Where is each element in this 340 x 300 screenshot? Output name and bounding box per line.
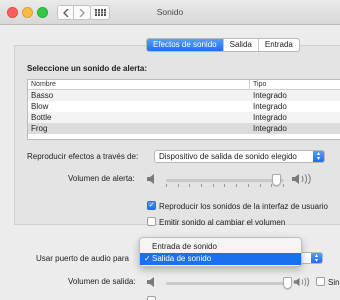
output-volume-label: Volumen de salida:	[68, 277, 136, 286]
alert-volume-track[interactable]	[166, 179, 284, 182]
speaker-low-icon	[147, 174, 154, 184]
table-row-selected[interactable]: Frog Integrado	[28, 123, 340, 134]
audio-port-label: Usar puerto de audio para	[36, 254, 129, 263]
updown-arrows-icon: ▴ ▾	[311, 253, 322, 264]
checkmark-icon: ✓	[144, 254, 151, 263]
menu-item-sound-output-label: Salida de sonido	[152, 254, 212, 263]
speaker-low-icon	[147, 277, 154, 287]
menu-item-sound-output[interactable]: ✓Salida de sonido	[140, 253, 301, 265]
output-volume-track[interactable]	[166, 282, 284, 285]
mute-label: Sin	[328, 278, 340, 287]
ui-sounds-checkbox[interactable]: ✓	[147, 201, 156, 210]
sound-type: Integrado	[253, 102, 287, 111]
tab-input[interactable]: Entrada	[259, 39, 299, 51]
play-through-select[interactable]: Dispositivo de salida de sonido elegido …	[154, 150, 325, 163]
volume-feedback-label: Emitir sonido al cambiar el volumen	[159, 218, 286, 227]
sound-name: Bottle	[31, 113, 52, 122]
tab-sound-effects[interactable]: Efectos de sonido	[147, 39, 224, 51]
sound-name: Frog	[31, 124, 48, 133]
table-row[interactable]: Bottle Integrado	[28, 112, 340, 123]
alert-volume-ticks	[166, 184, 284, 187]
tab-output[interactable]: Salida	[224, 39, 259, 51]
play-through-label: Reproducir efectos a través de:	[27, 152, 139, 161]
updown-arrows-icon: ▴ ▾	[313, 151, 324, 162]
tab-bar: Efectos de sonido Salida Entrada	[146, 38, 300, 52]
table-row[interactable]: Blow Integrado	[28, 101, 340, 112]
menu-item-sound-input[interactable]: Entrada de sonido	[140, 241, 301, 253]
alert-volume-thumb[interactable]	[272, 174, 281, 186]
sound-name: Basso	[31, 91, 54, 100]
alert-sound-heading: Seleccione un sonido de alerta:	[27, 64, 148, 73]
window-title: Sonido	[156, 7, 184, 17]
table-row[interactable]: Basso Integrado	[28, 90, 340, 101]
ui-sounds-label: Reproducir los sonidos de la interfaz de…	[159, 202, 328, 211]
sound-name: Blow	[31, 102, 49, 111]
table-header: Nombre Tipo	[28, 80, 340, 90]
title-bar: Sonido	[0, 0, 340, 25]
menu-bar-volume-checkbox[interactable]	[147, 296, 156, 300]
speaker-high-icon	[292, 174, 311, 184]
alert-sounds-table: Nombre Tipo Basso Integrado Blow Integra…	[27, 79, 340, 140]
column-header-name[interactable]: Nombre	[28, 80, 250, 89]
alert-volume-label: Volumen de alerta:	[68, 174, 135, 183]
speaker-high-icon	[293, 277, 310, 287]
mute-checkbox[interactable]	[316, 277, 325, 286]
sound-type: Integrado	[253, 113, 287, 122]
play-through-value: Dispositivo de salida de sonido elegido	[159, 152, 297, 161]
audio-port-select[interactable]: ▴ ▾	[300, 252, 323, 264]
audio-port-dropdown-menu: Entrada de sonido ✓Salida de sonido	[139, 237, 302, 267]
output-volume-thumb[interactable]	[283, 277, 292, 289]
sound-type: Integrado	[253, 124, 287, 133]
column-header-type[interactable]: Tipo	[250, 80, 266, 89]
volume-feedback-checkbox[interactable]	[147, 217, 156, 226]
sound-type: Integrado	[253, 91, 287, 100]
